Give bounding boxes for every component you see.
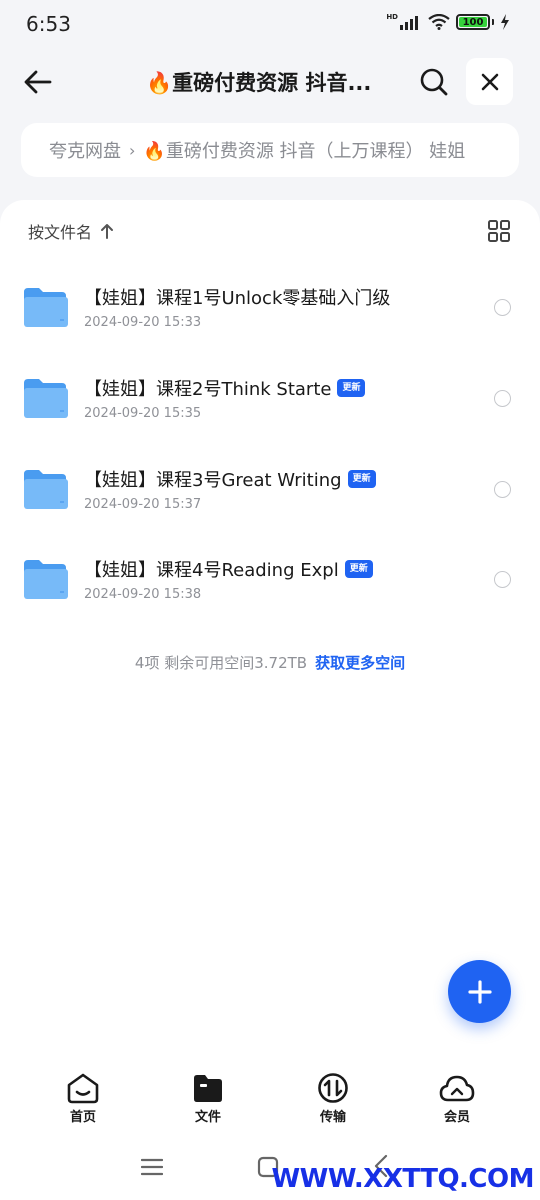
select-radio[interactable]: [494, 390, 511, 407]
nav-label: 会员: [443, 1110, 470, 1125]
grid-icon: [488, 220, 510, 242]
watermark: WWW.XXTTQ.COM: [271, 1164, 535, 1194]
file-name: 【娃姐】课程1号Unlock零基础入门级: [84, 288, 391, 309]
list-item[interactable]: 【娃姐】课程1号Unlock零基础入门级 2024-09-20 15:33: [0, 260, 540, 350]
folder-icon: [24, 470, 68, 509]
wifi-icon: [428, 14, 450, 30]
folder-icon: [24, 379, 68, 418]
status-bar: 6:53 HD 100: [0, 0, 540, 48]
transfer-icon: [318, 1073, 348, 1103]
folder-icon: [194, 1075, 222, 1102]
battery-level: 100: [462, 16, 484, 28]
update-badge: 更新: [347, 470, 376, 488]
sort-label: 按文件名: [28, 223, 93, 242]
file-date: 2024-09-20 15:35: [84, 406, 202, 421]
update-badge: 更新: [337, 379, 366, 397]
select-radio[interactable]: [494, 481, 511, 498]
select-radio[interactable]: [494, 299, 511, 316]
network-type-label: HD: [386, 12, 398, 21]
battery-cap: [492, 19, 494, 25]
arrow-left-icon: [24, 70, 52, 94]
file-date: 2024-09-20 15:38: [84, 587, 202, 602]
update-badge: 更新: [344, 560, 373, 578]
nav-item-files[interactable]: 文件: [168, 1072, 248, 1125]
close-icon: [481, 73, 498, 90]
add-button[interactable]: [448, 960, 511, 1023]
search-button[interactable]: [412, 60, 456, 104]
search-icon: [420, 68, 448, 96]
storage-summary: 4项 剩余可用空间3.72TB: [134, 654, 308, 672]
storage-info: 4项 剩余可用空间3.72TB 获取更多空间: [0, 652, 540, 673]
breadcrumb-root[interactable]: 夸克网盘: [49, 137, 121, 163]
cloud-icon: [439, 1075, 475, 1102]
menu-icon[interactable]: [141, 1157, 163, 1177]
system-nav-bar: WWW.XXTTQ.COM: [0, 1140, 540, 1200]
status-icons: HD 100: [386, 12, 510, 30]
nav-item-home[interactable]: 首页: [43, 1072, 123, 1125]
select-radio[interactable]: [494, 571, 511, 588]
arrow-up-icon: [101, 224, 114, 239]
breadcrumb: 夸克网盘 › 🔥重磅付费资源 抖音（上万课程） 娃姐: [21, 123, 519, 177]
back-button[interactable]: [16, 60, 60, 104]
file-name: 【娃姐】课程3号Great Writing 更新: [84, 466, 376, 492]
folder-icon: [24, 560, 68, 599]
file-date: 2024-09-20 15:33: [84, 315, 202, 330]
home-icon: [67, 1073, 99, 1104]
folder-icon: [24, 288, 68, 327]
nav-label: 首页: [69, 1110, 96, 1125]
battery-icon: 100: [456, 14, 490, 30]
nav-item-membership[interactable]: 会员: [417, 1072, 497, 1125]
nav-item-transfer[interactable]: 传输: [293, 1072, 373, 1125]
close-button[interactable]: [466, 58, 513, 105]
list-item[interactable]: 【娃姐】课程2号Think Starte 更新 2024-09-20 15:35: [0, 351, 540, 441]
list-item[interactable]: 【娃姐】课程4号Reading Expl 更新 2024-09-20 15:38: [0, 532, 540, 622]
file-name: 【娃姐】课程4号Reading Expl 更新: [84, 556, 373, 582]
bottom-nav: 首页 文件 传输 会员: [0, 1060, 540, 1140]
charging-icon: [501, 14, 509, 30]
nav-label: 传输: [319, 1110, 346, 1125]
nav-label: 文件: [194, 1110, 221, 1125]
get-more-space-link[interactable]: 获取更多空间: [315, 654, 405, 672]
plus-icon: [467, 979, 492, 1004]
file-date: 2024-09-20 15:37: [84, 497, 202, 512]
chevron-right-icon: ›: [129, 140, 136, 160]
breadcrumb-path[interactable]: 🔥重磅付费资源 抖音（上万课程） 娃姐: [143, 137, 465, 163]
grid-view-button[interactable]: [488, 220, 510, 242]
page-title: 🔥重磅付费资源 抖音...: [146, 71, 372, 95]
status-time: 6:53: [26, 12, 71, 36]
sort-control[interactable]: 按文件名: [28, 218, 114, 244]
top-bar: 🔥重磅付费资源 抖音...: [0, 56, 540, 108]
signal-icon: [400, 16, 418, 30]
list-item[interactable]: 【娃姐】课程3号Great Writing 更新 2024-09-20 15:3…: [0, 442, 540, 532]
file-name: 【娃姐】课程2号Think Starte 更新: [84, 375, 366, 401]
file-list-panel: 按文件名 【娃姐】课程1号Unlock零基础入门级 2024-09-20 15:…: [0, 200, 540, 1060]
